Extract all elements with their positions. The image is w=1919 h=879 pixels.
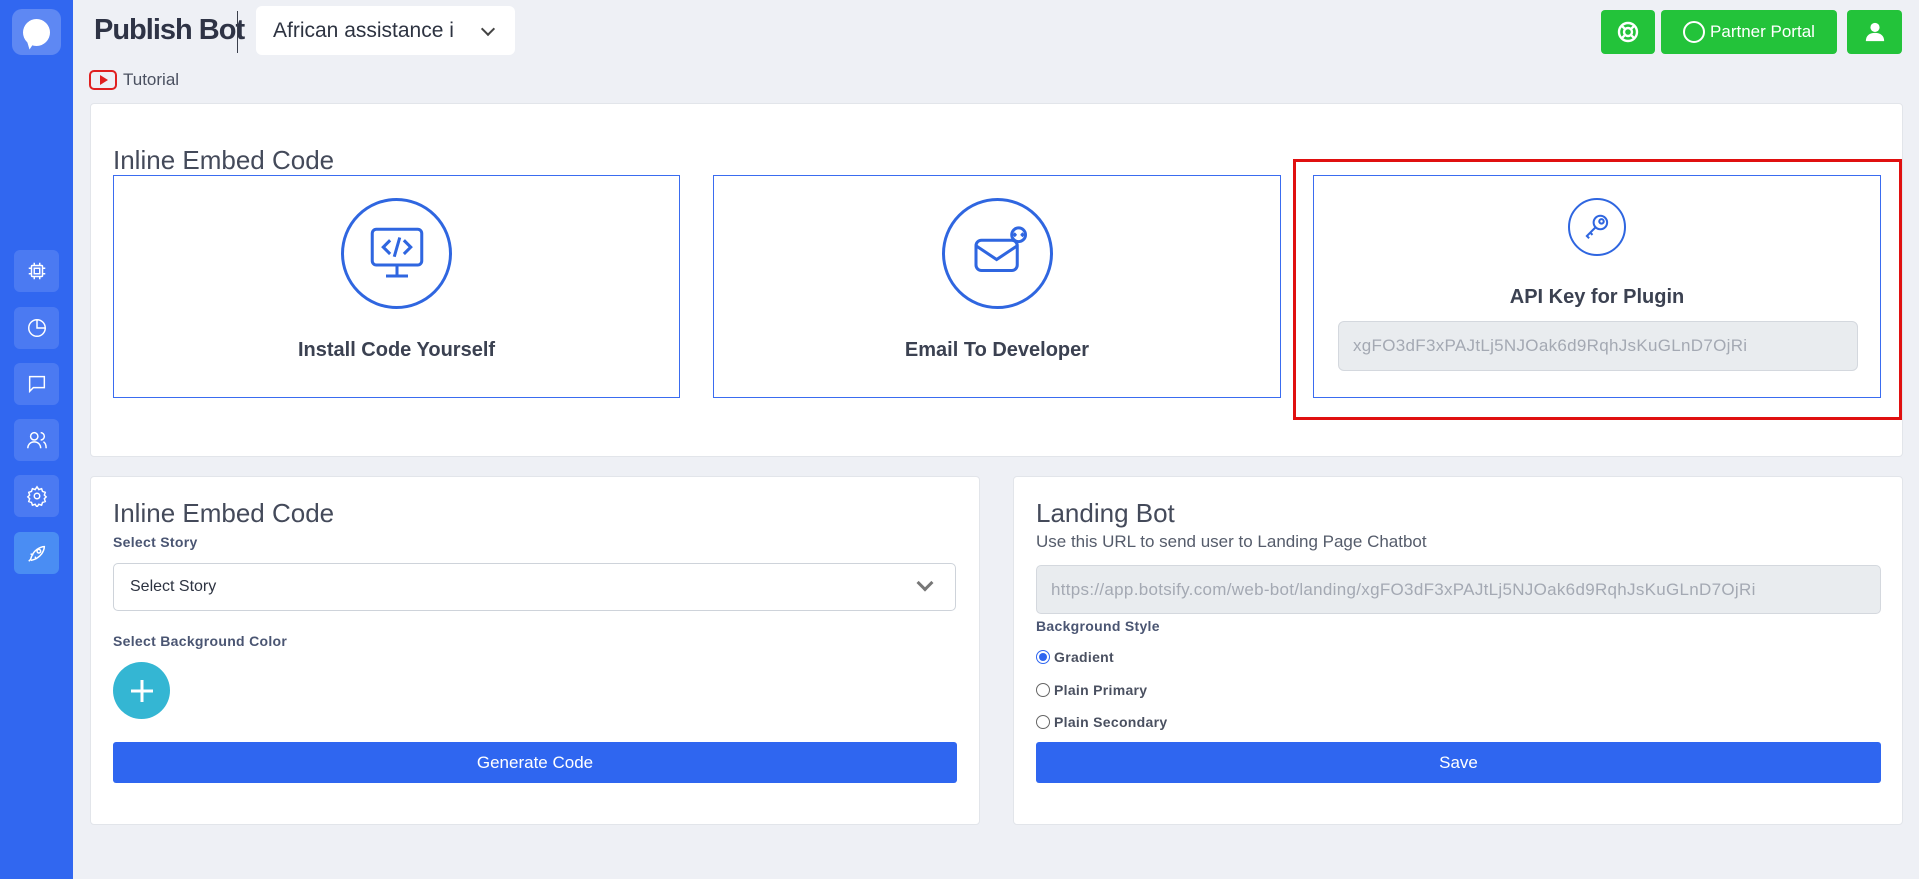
chat-bubble-logo-icon <box>23 18 50 46</box>
story-select-value: Select Story <box>130 578 217 595</box>
email-developer-label: Email To Developer <box>904 339 1090 361</box>
radio-button[interactable] <box>1036 715 1050 729</box>
partner-portal-button[interactable]: Partner Portal <box>1661 10 1837 54</box>
sidebar-item-bot[interactable] <box>14 250 59 292</box>
bg-color-label: Select Background Color <box>113 633 288 649</box>
radio-button[interactable] <box>1036 683 1050 697</box>
install-code-label: Install Code Yourself <box>297 339 496 361</box>
sidebar-item-users[interactable] <box>14 419 59 461</box>
radio-gradient[interactable]: Gradient <box>1036 649 1114 665</box>
tutorial-link[interactable]: Tutorial <box>89 70 179 90</box>
install-code-option[interactable]: Install Code Yourself <box>113 175 680 398</box>
user-icon <box>1865 22 1884 42</box>
partner-portal-label: Partner Portal <box>1710 22 1815 41</box>
save-button[interactable]: Save <box>1036 742 1881 783</box>
generate-code-button[interactable]: Generate Code <box>113 742 957 783</box>
users-icon <box>26 431 47 449</box>
email-code-icon <box>942 198 1053 309</box>
landing-url-field[interactable]: https://app.botsify.com/web-bot/landing/… <box>1036 565 1881 614</box>
gear-icon <box>26 485 47 507</box>
landing-bot-title: Landing Bot <box>1036 498 1175 528</box>
bg-style-label: Background Style <box>1036 618 1160 634</box>
sidebar-item-chat[interactable] <box>14 363 59 405</box>
page-title: Publish Bot <box>94 14 245 46</box>
plus-icon <box>130 679 153 702</box>
radio-plain-primary-label: Plain Primary <box>1054 682 1148 698</box>
bot-selector-value: African assistance i <box>273 18 454 42</box>
title-divider <box>237 11 238 53</box>
partner-icon <box>1683 21 1706 43</box>
pie-chart-icon <box>27 319 46 337</box>
bot-selector-dropdown[interactable]: African assistance i <box>256 6 515 55</box>
code-monitor-icon <box>341 198 452 309</box>
radio-plain-primary[interactable]: Plain Primary <box>1036 682 1147 698</box>
sidebar <box>0 0 73 879</box>
tutorial-label: Tutorial <box>123 70 180 89</box>
embed-section-title: Inline Embed Code <box>113 145 335 175</box>
inline-embed-title: Inline Embed Code <box>113 498 335 528</box>
app-logo[interactable] <box>12 9 61 55</box>
email-developer-option[interactable]: Email To Developer <box>713 175 1281 398</box>
radio-button[interactable] <box>1036 650 1050 664</box>
radio-plain-secondary[interactable]: Plain Secondary <box>1036 714 1167 730</box>
rocket-icon <box>27 545 45 562</box>
radio-gradient-label: Gradient <box>1054 649 1114 665</box>
youtube-play-icon <box>89 70 117 90</box>
select-story-label: Select Story <box>113 534 198 550</box>
landing-bot-subtitle: Use this URL to send user to Landing Pag… <box>1036 532 1427 551</box>
story-select[interactable]: Select Story <box>113 563 956 611</box>
lifebuoy-icon <box>1617 21 1639 43</box>
highlight-box <box>1293 159 1902 420</box>
sidebar-item-publish[interactable] <box>14 532 59 574</box>
color-picker-button[interactable] <box>113 662 170 719</box>
user-menu-button[interactable] <box>1847 10 1902 54</box>
chat-icon <box>28 375 45 394</box>
chevron-down-icon <box>916 574 934 592</box>
sidebar-item-analytics[interactable] <box>14 307 59 349</box>
sidebar-item-settings[interactable] <box>14 475 59 517</box>
radio-plain-secondary-label: Plain Secondary <box>1054 714 1168 730</box>
chevron-down-icon <box>480 21 496 37</box>
chip-icon <box>28 262 45 280</box>
help-button[interactable] <box>1601 10 1655 54</box>
